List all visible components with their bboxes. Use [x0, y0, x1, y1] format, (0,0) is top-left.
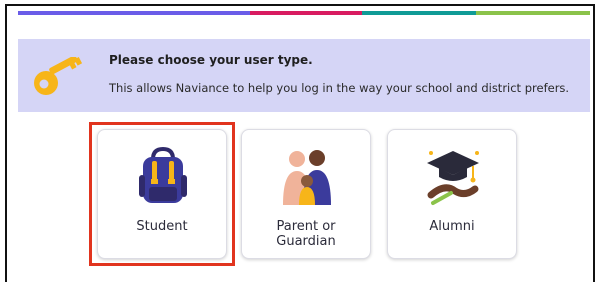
parent-guardian-label: Parent or Guardian — [276, 219, 336, 249]
student-label: Student — [136, 219, 188, 234]
key-icon — [34, 57, 83, 95]
parent-guardian-icon — [283, 150, 331, 205]
alumni-card[interactable]: Alumni — [387, 129, 517, 259]
student-card[interactable]: Student — [97, 129, 227, 259]
stripe-segment-magenta — [250, 11, 362, 15]
parent-guardian-card[interactable]: Parent or Guardian — [241, 129, 371, 259]
stripe-segment-purple — [18, 11, 250, 15]
banner-description: This allows Naviance to help you log in … — [109, 81, 570, 95]
user-type-banner: Please choose your user type. This allow… — [18, 39, 590, 112]
banner-title: Please choose your user type. — [109, 53, 313, 67]
stripe-segment-green — [476, 11, 590, 15]
backpack-icon — [139, 146, 187, 203]
stripe-segment-teal — [362, 11, 476, 15]
alumni-label: Alumni — [429, 219, 475, 234]
header-color-stripe — [18, 11, 590, 15]
graduation-cap-icon — [427, 151, 479, 205]
